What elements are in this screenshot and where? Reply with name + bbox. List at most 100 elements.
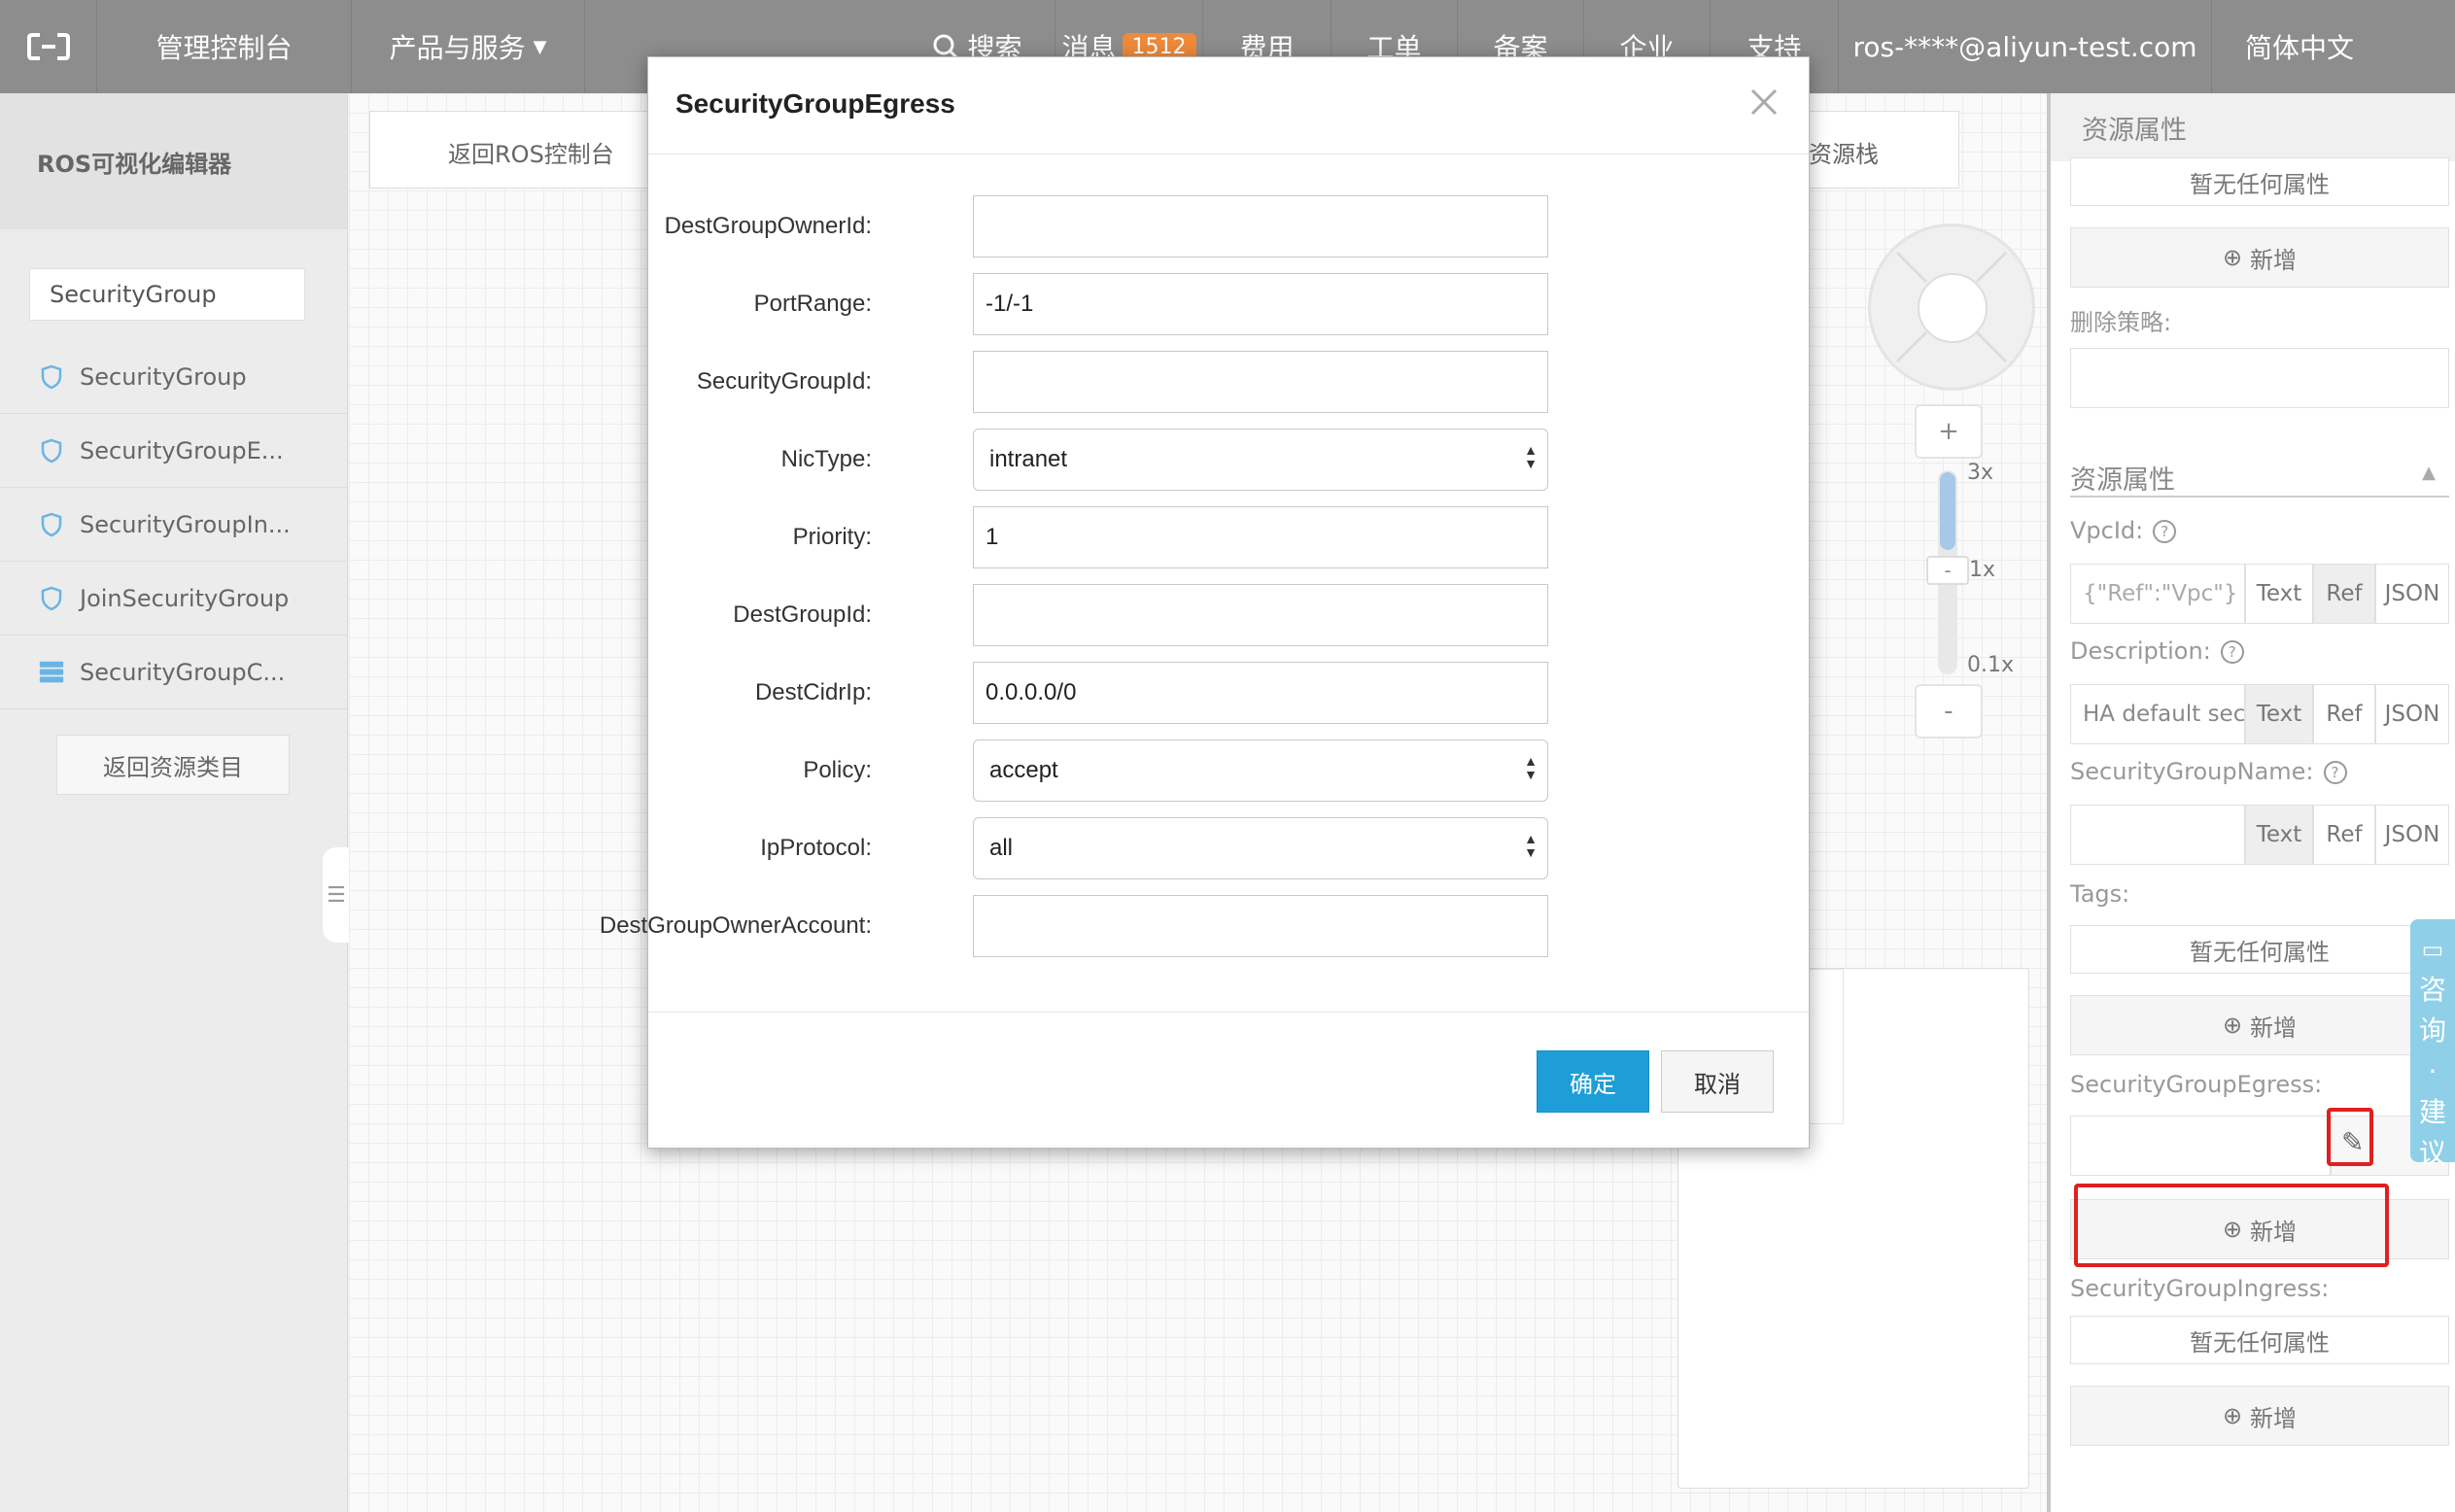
empty-properties-box: 暂无任何属性 [2070, 157, 2449, 206]
resource-item-label: SecurityGroupE... [80, 436, 284, 464]
vpcid-ref-tab[interactable]: Ref [2313, 564, 2375, 624]
nav-console-label: 管理控制台 [156, 32, 293, 64]
aliyun-logo[interactable] [0, 0, 97, 93]
resource-item-joinsecuritygroup[interactable]: JoinSecurityGroup [0, 562, 347, 636]
collapse-caret-icon: ▲ [2422, 463, 2436, 483]
delete-policy-label: 删除策略: [2070, 309, 2172, 336]
back-to-categories-button[interactable]: 返回资源类目 [56, 735, 290, 795]
destgroupid-input[interactable] [973, 584, 1548, 646]
field-row-destgroupowneraccount: DestGroupOwnerAccount: [600, 895, 1809, 957]
select-arrows-icon: ▲ ▼ [1524, 831, 1538, 860]
sg-name-text-tab[interactable]: Text [2245, 805, 2313, 865]
feedback-char: 咨 [2418, 974, 2446, 1006]
properties-panel-header: 资源属性 [2051, 93, 2455, 161]
resource-search-input[interactable]: SecurityGroup [29, 268, 305, 321]
nav-console[interactable]: 管理控制台 [97, 0, 352, 93]
resource-item-label: SecurityGroupIn... [80, 510, 291, 538]
field-row-destgroupownerid: DestGroupOwnerId: [648, 195, 1809, 258]
resource-item-securitygroupegress[interactable]: SecurityGroupE... [0, 414, 347, 488]
field-row-securitygroupid: SecurityGroupId: [648, 351, 1809, 413]
pan-center[interactable] [1918, 273, 1988, 343]
portrange-input[interactable]: -1/-1 [973, 273, 1548, 335]
ingress-add-button[interactable]: ⊕ 新增 [2070, 1386, 2449, 1446]
egress-item-input[interactable] [2070, 1116, 2331, 1176]
vpcid-text-tab[interactable]: Text [2245, 564, 2313, 624]
add-label: 新增 [2250, 1404, 2298, 1432]
shield-icon [39, 510, 64, 539]
back-to-ros-console-link[interactable]: 返回ROS控制台 [448, 135, 614, 169]
nav-products[interactable]: 产品与服务 ▼ [352, 0, 585, 93]
caret-down-icon: ▼ [533, 36, 547, 57]
collapse-sidebar-icon[interactable]: ☰ [323, 847, 350, 943]
pan-control[interactable] [1868, 223, 2035, 391]
field-row-policy: Policy: accept ▲ ▼ [648, 739, 1809, 802]
tags-add-button[interactable]: ⊕ 新增 [2070, 995, 2449, 1055]
nictype-select[interactable]: intranet ▲ ▼ [973, 429, 1548, 491]
sg-name-label: SecurityGroupName:? [2070, 758, 2347, 785]
description-input[interactable]: HA default sec [2070, 684, 2245, 744]
field-label: DestGroupOwnerId: [664, 213, 872, 239]
priority-input[interactable]: 1 [973, 506, 1548, 568]
field-label: NicType: [780, 446, 872, 472]
field-label: PortRange: [753, 291, 872, 317]
feedback-char: 建 [2418, 1096, 2446, 1128]
close-icon[interactable] [1745, 83, 1783, 121]
confirm-button[interactable]: 确定 [1537, 1050, 1649, 1113]
ingress-label: SecurityGroupIngress: [2070, 1275, 2330, 1302]
vpcid-input[interactable]: {"Ref":"Vpc"} [2070, 564, 2245, 624]
resource-item-securitygroupclone[interactable]: SecurityGroupC... [0, 636, 347, 709]
nav-account[interactable]: ros-****@aliyun-test.com [1839, 0, 2212, 93]
section-title: 资源属性 [2070, 465, 2175, 496]
ipprotocol-select[interactable]: all ▲ ▼ [973, 817, 1548, 879]
help-icon[interactable]: ? [2153, 520, 2177, 543]
sidebar-title: ROS可视化编辑器 [0, 93, 347, 229]
zoom-in-button[interactable]: + [1915, 404, 1983, 459]
add-property-button[interactable]: ⊕ 新增 [2070, 227, 2449, 288]
field-label: DestGroupOwnerAccount: [599, 912, 872, 939]
cancel-button[interactable]: 取消 [1661, 1050, 1774, 1113]
securitygroupid-input[interactable] [973, 351, 1548, 413]
destgroupowneraccount-input[interactable] [973, 895, 1548, 957]
dialog-title: SecurityGroupEgress [675, 88, 955, 119]
sg-name-input[interactable] [2070, 805, 2245, 865]
field-label: DestGroupId: [733, 601, 872, 628]
zoom-label-0.1x: 0.1x [1967, 653, 2015, 677]
feedback-char: · [2428, 1055, 2438, 1087]
help-icon[interactable]: ? [2323, 761, 2347, 784]
sg-name-json-tab[interactable]: JSON [2375, 805, 2449, 865]
destcidrip-input[interactable]: 0.0.0.0/0 [973, 662, 1548, 724]
resource-properties-section[interactable]: 资源属性 ▲ [2070, 459, 2449, 498]
policy-select[interactable]: accept ▲ ▼ [973, 739, 1548, 802]
vpcid-label: VpcId:? [2070, 517, 2177, 544]
resource-sidebar: ROS可视化编辑器 SecurityGroup SecurityGroup Se… [0, 93, 350, 1512]
zoom-out-button[interactable]: - [1915, 684, 1983, 739]
aliyun-logo-icon [26, 33, 70, 60]
zoom-slider-handle[interactable]: - [1926, 556, 1969, 585]
highlight-add-frame [2074, 1184, 2389, 1267]
feedback-tab[interactable]: ▭ 咨 询 · 建 议 [2410, 919, 2455, 1169]
policy-selected-value: accept [989, 757, 1058, 783]
nav-account-label: ros-****@aliyun-test.com [1852, 30, 2197, 63]
description-text-tab[interactable]: Text [2245, 684, 2313, 744]
resource-item-securitygroup[interactable]: SecurityGroup [0, 340, 347, 414]
ingress-empty-box: 暂无任何属性 [2070, 1316, 2449, 1364]
vpcid-json-tab[interactable]: JSON [2375, 564, 2449, 624]
field-label: IpProtocol: [760, 835, 872, 861]
stack-link[interactable]: 资源栈 [1809, 135, 1879, 169]
help-icon[interactable]: ? [2220, 640, 2244, 664]
shield-icon [39, 584, 64, 613]
feedback-char: 询 [2418, 1014, 2446, 1047]
sg-name-ref-tab[interactable]: Ref [2313, 805, 2375, 865]
delete-policy-input[interactable] [2070, 348, 2449, 408]
nav-language[interactable]: 简体中文 [2212, 0, 2387, 93]
field-row-destgroupid: DestGroupId: [648, 584, 1809, 646]
tags-label: Tags: [2070, 880, 2130, 908]
resource-item-securitygroupingress[interactable]: SecurityGroupIn... [0, 488, 347, 562]
field-row-priority: Priority: 1 [648, 506, 1809, 568]
description-ref-tab[interactable]: Ref [2313, 684, 2375, 744]
destgroupownerid-input[interactable] [973, 195, 1548, 258]
description-json-tab[interactable]: JSON [2375, 684, 2449, 744]
nav-language-label: 简体中文 [2244, 32, 2354, 64]
server-stack-icon [39, 658, 64, 687]
feedback-char: 议 [2418, 1137, 2446, 1169]
